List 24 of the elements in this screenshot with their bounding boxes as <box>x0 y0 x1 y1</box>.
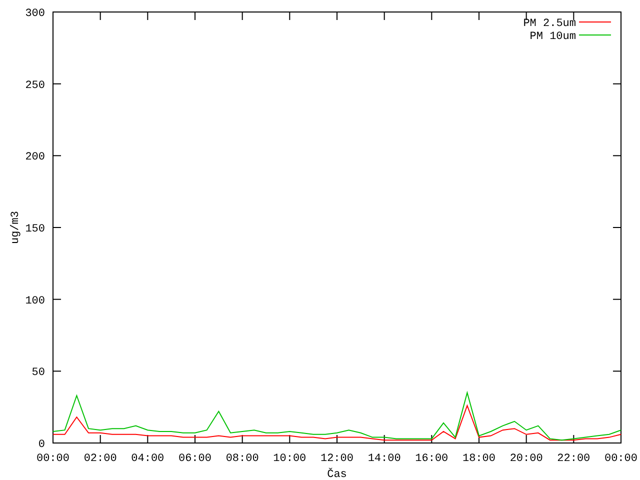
x-tick-label: 00:00 <box>36 453 70 465</box>
y-tick-label: 150 <box>25 224 45 236</box>
x-tick-label: 04:00 <box>131 453 164 465</box>
y-tick-label: 200 <box>25 152 45 164</box>
x-tick-label: 00:00 <box>604 453 638 465</box>
x-tick-label: 18:00 <box>462 453 496 465</box>
x-tick-label: 14:00 <box>368 453 401 465</box>
x-tick-label: 22:00 <box>557 453 590 465</box>
y-tick-label: 50 <box>32 367 45 380</box>
x-tick-label: 10:00 <box>273 453 306 465</box>
y-tick-label: 300 <box>25 8 45 20</box>
y-axis-title: ug/m3 <box>10 211 22 244</box>
x-tick-label: 12:00 <box>320 453 354 465</box>
x-tick-label: 02:00 <box>84 453 117 465</box>
x-axis-title: Čas <box>327 469 347 480</box>
x-tick-label: 20:00 <box>510 453 543 465</box>
x-tick-label: 16:00 <box>415 453 448 465</box>
x-tick-label: 06:00 <box>178 453 212 465</box>
x-tick-label: 08:00 <box>226 453 259 465</box>
legend-label: PM 2.5um <box>523 18 576 30</box>
legend-label: PM 10um <box>530 31 576 43</box>
y-tick-label: 100 <box>25 295 45 308</box>
y-tick-label: 250 <box>25 80 45 92</box>
y-tick-label: 0 <box>38 439 45 451</box>
